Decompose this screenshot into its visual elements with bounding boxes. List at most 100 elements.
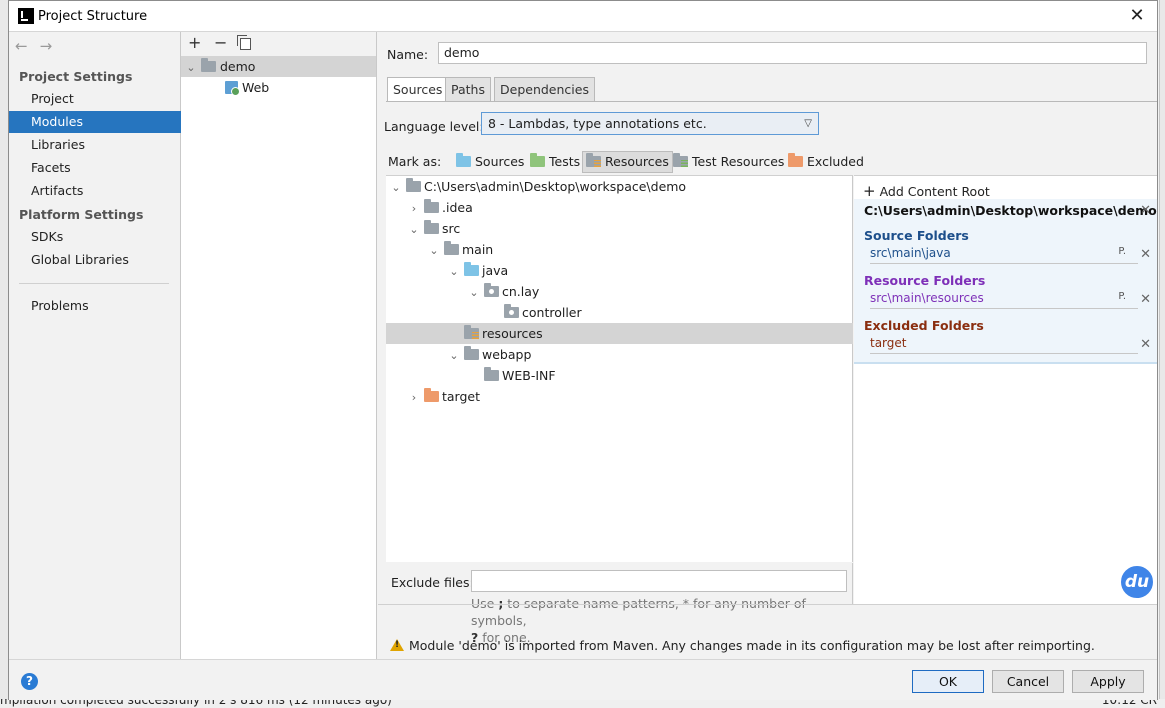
tree-row-label: controller (522, 305, 582, 320)
exclude-files-input[interactable] (471, 570, 847, 592)
maven-warning: Module 'demo' is imported from Maven. An… (390, 638, 1095, 653)
folder-icon (424, 199, 439, 213)
excluded-folders-title: Excluded Folders (864, 318, 984, 333)
sidebar-item-sdks[interactable]: SDKs (9, 226, 181, 248)
tree-row[interactable]: › .idea (386, 197, 853, 218)
tree-row[interactable]: controller (386, 302, 853, 323)
cancel-button[interactable]: Cancel (992, 670, 1064, 693)
tree-row[interactable]: ⌄ java (386, 260, 853, 281)
tree-row[interactable]: ⌄ main (386, 239, 853, 260)
remove-module-icon[interactable]: − (214, 33, 227, 52)
mark-as-sources-label: Sources (475, 154, 525, 169)
mark-as-resources-button[interactable]: Resources (582, 151, 673, 173)
sidebar-item-modules[interactable]: Modules (9, 111, 181, 133)
warning-icon (390, 639, 404, 651)
chevron-down-icon[interactable]: ⌄ (424, 240, 444, 261)
content-roots-panel: + Add Content Root C:\Users\admin\Desktop… (854, 175, 1157, 604)
warning-divider (378, 604, 1157, 605)
chevron-down-icon[interactable]: ⌄ (444, 345, 464, 366)
tree-row-label: target (442, 389, 481, 404)
sidebar-divider (19, 283, 169, 284)
chevron-down-icon[interactable]: ⌄ (464, 282, 484, 303)
project-settings-header: Project Settings (19, 69, 133, 84)
mark-as-excluded-button[interactable]: Excluded (785, 151, 867, 173)
chevron-down-icon[interactable]: ⌄ (444, 261, 464, 282)
dialog-button-bar: ? OK Cancel Apply (9, 659, 1157, 700)
folder-icon (464, 346, 479, 360)
exclude-files-label: Exclude files: (391, 575, 474, 590)
sources-folder-icon (456, 153, 471, 167)
tree-row[interactable]: ⌄ C:\Users\admin\Desktop\workspace\demo (386, 176, 853, 197)
tree-row[interactable]: WEB-INF (386, 365, 853, 386)
remove-resource-folder-icon[interactable]: ✕ (1140, 292, 1151, 307)
apply-button[interactable]: Apply (1072, 670, 1144, 693)
folder-icon (444, 241, 459, 255)
ok-button[interactable]: OK (912, 670, 984, 693)
sidebar-item-facets[interactable]: Facets (9, 157, 181, 179)
add-content-root-label: Add Content Root (879, 184, 990, 199)
chevron-down-icon[interactable]: ⌄ (386, 177, 406, 198)
chevron-down-icon[interactable]: ⌄ (181, 57, 201, 78)
back-arrow-icon[interactable]: ← (15, 37, 40, 55)
copy-module-icon[interactable] (237, 35, 251, 50)
mark-as-label: Mark as: (388, 154, 442, 169)
window-title: Project Structure (38, 9, 148, 24)
settings-sidebar: ←→ Project Settings Project Modules Libr… (9, 32, 181, 659)
folder-icon (484, 367, 499, 381)
mark-as-resources-label: Resources (605, 154, 669, 169)
tree-row-label: cn.lay (502, 284, 540, 299)
resources-folder-icon (464, 325, 479, 339)
sidebar-item-libraries[interactable]: Libraries (9, 134, 181, 156)
tree-row-label: main (462, 242, 494, 257)
add-module-icon[interactable]: + (188, 33, 201, 52)
tree-row[interactable]: ⌄ src (386, 218, 853, 239)
forward-arrow-icon[interactable]: → (40, 37, 65, 55)
tree-row[interactable]: ⌄ cn.lay (386, 281, 853, 302)
back-forward-arrows[interactable]: ←→ (15, 37, 64, 55)
help-icon[interactable]: ? (21, 673, 38, 690)
remove-content-root-icon[interactable]: ✕ (1140, 203, 1151, 218)
tree-row-label: src (442, 221, 461, 236)
tree-row[interactable]: ⌄ webapp (386, 344, 853, 365)
language-level-select[interactable]: 8 - Lambdas, type annotations etc. ▽ (481, 112, 819, 135)
tab-paths[interactable]: Paths (445, 77, 491, 102)
tree-row[interactable]: › target (386, 386, 853, 407)
module-folder-icon (201, 58, 216, 72)
folder-properties-icon[interactable]: P. (1118, 246, 1126, 257)
tree-row-label: WEB-INF (502, 368, 556, 383)
remove-excluded-folder-icon[interactable]: ✕ (1140, 337, 1151, 352)
tree-row-label: java (482, 263, 509, 278)
chevron-right-icon[interactable]: › (404, 387, 424, 408)
add-content-root-button[interactable]: + Add Content Root (863, 182, 990, 200)
folder-properties-icon[interactable]: P. (1118, 291, 1126, 302)
background-status-text: mpilation completed successfully in 2 s … (0, 699, 392, 707)
sidebar-item-global-libraries[interactable]: Global Libraries (9, 249, 181, 271)
test-resources-folder-icon (673, 153, 688, 167)
sidebar-item-problems[interactable]: Problems (9, 295, 181, 317)
chevron-down-icon[interactable]: ⌄ (404, 219, 424, 240)
background-status-bar: mpilation completed successfully in 2 s … (0, 699, 1165, 708)
intellij-logo-icon (18, 8, 34, 24)
tab-sources[interactable]: Sources (387, 77, 449, 102)
remove-source-folder-icon[interactable]: ✕ (1140, 247, 1151, 262)
content-root-block: C:\Users\admin\Desktop\workspace\demo ✕ … (854, 199, 1157, 364)
tree-row-label: resources (482, 326, 543, 341)
chevron-right-icon[interactable]: › (404, 198, 424, 219)
excluded-folder-icon (424, 388, 439, 402)
maven-warning-text: Module 'demo' is imported from Maven. An… (409, 638, 1095, 653)
sidebar-item-project[interactable]: Project (9, 88, 181, 110)
mark-as-sources-button[interactable]: Sources (453, 151, 527, 173)
mark-as-test-resources-button[interactable]: Test Resources (670, 151, 787, 173)
module-name-field[interactable]: demo (438, 42, 1147, 64)
facet-item-web[interactable]: Web (181, 77, 376, 98)
mark-as-tests-button[interactable]: Tests (527, 151, 583, 173)
du-overlay-badge[interactable]: du (1119, 564, 1155, 600)
modules-panel: + − ⌄ demo Web (181, 32, 377, 659)
sidebar-item-artifacts[interactable]: Artifacts (9, 180, 181, 202)
close-icon[interactable]: ✕ (1127, 6, 1147, 26)
module-item-demo[interactable]: ⌄ demo (181, 56, 376, 77)
tree-row[interactable]: resources (386, 323, 853, 344)
plus-icon: + (863, 182, 876, 200)
tab-dependencies[interactable]: Dependencies (494, 77, 595, 102)
resource-folder-entry: src\main\resources P. (870, 291, 1138, 309)
